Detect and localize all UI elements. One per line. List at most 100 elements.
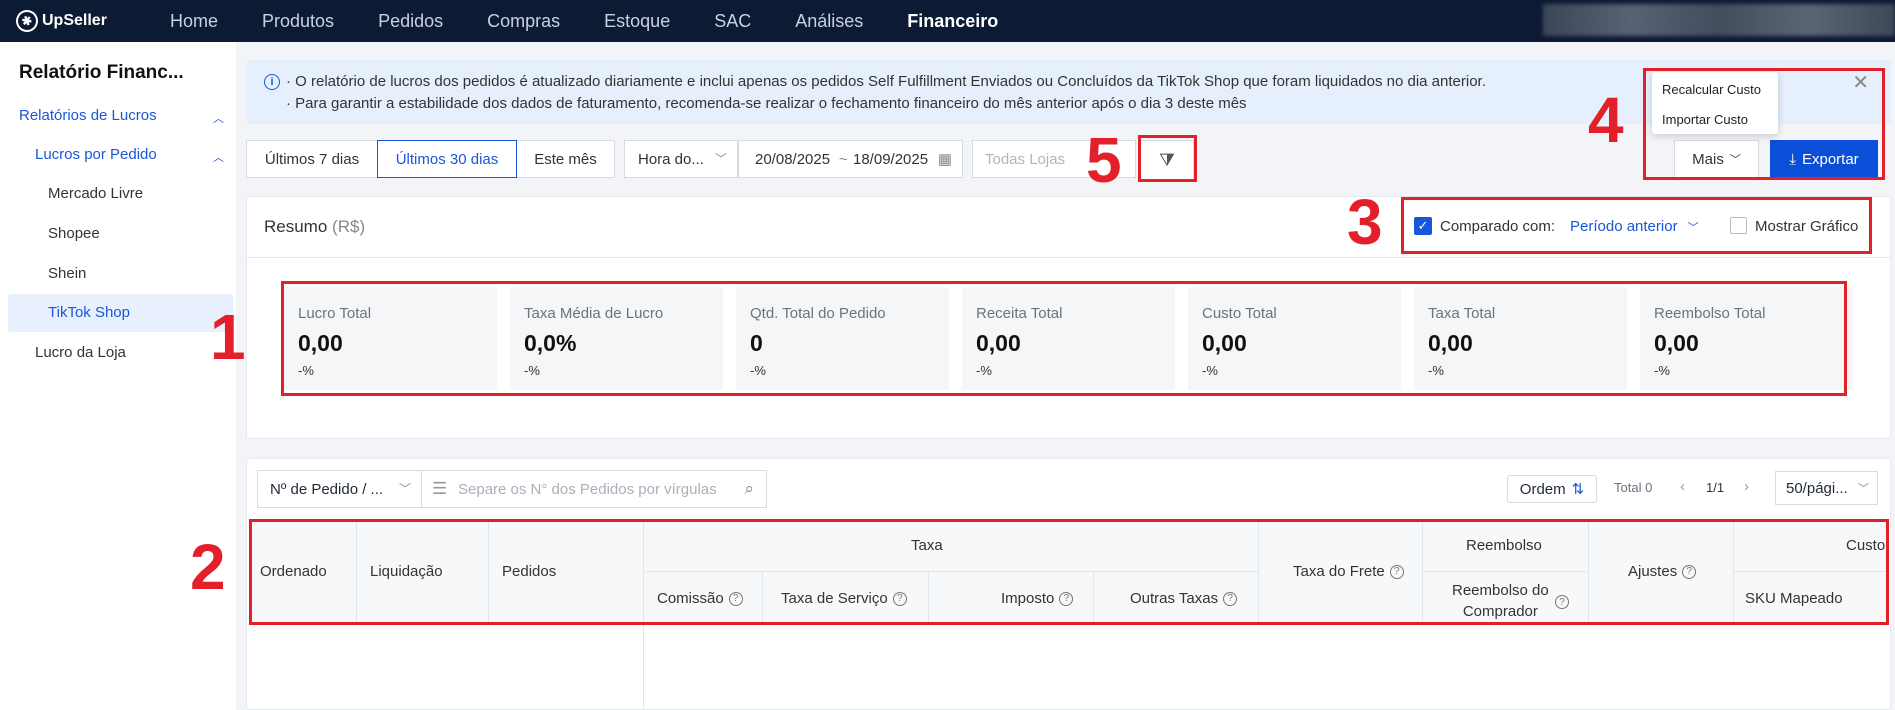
sidebar-title: Relatório Financ... [19, 62, 184, 83]
nav-sac[interactable]: SAC [714, 11, 751, 32]
annotation-number-1: 1 [210, 301, 246, 373]
list-icon: ☰ [432, 479, 448, 498]
nav-home[interactable]: Home [170, 11, 218, 32]
more-label: Mais [1692, 150, 1724, 168]
upseller-logo-icon: ✱ [12, 6, 42, 36]
card-qtd-total-pedido: Qtd. Total do Pedido 0 -% [736, 287, 949, 390]
logo[interactable]: ✱ UpSeller [12, 6, 146, 36]
card-taxa-total: Taxa Total 0,00 -% [1414, 287, 1627, 390]
show-chart-checkbox[interactable] [1730, 217, 1747, 234]
nav-compras[interactable]: Compras [487, 11, 560, 32]
header-reembolso: Reembolso [1466, 537, 1542, 554]
sidebar-item-mercado-livre[interactable]: Mercado Livre [48, 185, 143, 202]
info-line-1: · O relatório de lucros dos pedidos é at… [286, 73, 1486, 90]
header-taxa: Taxa [911, 537, 943, 554]
chevron-up-icon[interactable]: ︿ [213, 149, 224, 165]
nav-pedidos[interactable]: Pedidos [378, 11, 443, 32]
annotation-number-5: 5 [1086, 124, 1122, 196]
page-size-select[interactable]: 50/pági... ﹀ [1775, 471, 1878, 505]
date-range-picker[interactable]: 20/08/2025 ~ 18/09/2025 ▦ [738, 140, 963, 178]
header-imposto: Imposto? [1001, 590, 1074, 607]
sidebar: Relatório Financ... Relatórios de Lucros… [0, 42, 236, 710]
time-type-select[interactable]: Hora do... ﹀ [624, 140, 738, 178]
card-receita-total: Receita Total 0,00 -% [962, 287, 1175, 390]
calendar-icon: ▦ [937, 151, 952, 168]
help-icon: ? [1059, 591, 1074, 606]
menu-item-importar-custo[interactable]: Importar Custo [1662, 112, 1748, 127]
card-reembolso-total: Reembolso Total 0,00 -% [1640, 287, 1853, 390]
funnel-icon: ⧩ [1158, 149, 1176, 170]
header-taxa-servico: Taxa de Serviço? [781, 590, 907, 607]
export-button[interactable]: ⤓ Exportar [1770, 140, 1878, 178]
more-button[interactable]: Mais ﹀ [1674, 140, 1759, 178]
annotation-number-2: 2 [190, 531, 226, 603]
date-end: 18/09/2025 [853, 151, 929, 168]
nav-estoque[interactable]: Estoque [604, 11, 670, 32]
info-icon: i [264, 74, 280, 90]
annotation-number-4: 4 [1588, 84, 1624, 156]
show-chart-label: Mostrar Gráfico [1755, 218, 1859, 235]
range-30-days-button[interactable]: Últimos 30 dias [377, 140, 517, 178]
sidebar-group-relatorios-lucros[interactable]: Relatórios de Lucros [19, 107, 157, 124]
nav-financeiro[interactable]: Financeiro [907, 11, 998, 32]
chevron-down-icon: ﹀ [1687, 222, 1699, 234]
chevron-down-icon: ﹀ [714, 152, 727, 166]
header-ajustes: Ajustes? [1628, 563, 1697, 580]
logo-text: UpSeller [42, 12, 107, 29]
range-7-days-button[interactable]: Últimos 7 dias [246, 140, 378, 178]
sort-icon: ⇅ [1571, 481, 1585, 498]
help-icon: ? [728, 591, 743, 606]
help-icon: ? [892, 591, 907, 606]
total-count: Total 0 [1614, 480, 1653, 495]
compare-label: Comparado com: [1440, 218, 1556, 235]
sidebar-subgroup-lucros-pedido[interactable]: Lucros por Pedido [35, 146, 157, 163]
chevron-right-icon[interactable]: › [1744, 478, 1749, 495]
card-lucro-total: Lucro Total 0,00 -% [284, 287, 497, 390]
summary-divider [246, 257, 1891, 258]
export-label: Exportar [1801, 150, 1859, 168]
chevron-down-icon: ﹀ [1858, 483, 1869, 495]
chevron-up-icon[interactable]: ︿ [213, 110, 224, 126]
menu-item-recalcular-custo[interactable]: Recalcular Custo [1662, 82, 1761, 97]
header-sku-mapeado: SKU Mapeado [1745, 590, 1843, 607]
top-navigation: ✱ UpSeller Home Produtos Pedidos Compras… [0, 0, 1895, 42]
header-liquidacao: Liquidação [370, 563, 443, 580]
sidebar-item-shein[interactable]: Shein [48, 265, 86, 282]
sidebar-item-lucro-loja[interactable]: Lucro da Loja [35, 344, 126, 361]
summary-title: Resumo (R$) [264, 217, 366, 236]
help-icon: ? [1389, 564, 1404, 579]
blurred-account-area [1543, 4, 1895, 36]
sidebar-item-shopee[interactable]: Shopee [48, 225, 100, 242]
compare-checkbox[interactable]: ✓ [1414, 217, 1432, 235]
page-indicator: 1/1 [1706, 480, 1725, 495]
header-comissao: Comissão? [657, 590, 743, 607]
compare-period-select[interactable]: Período anterior ﹀ [1570, 218, 1699, 235]
header-pedidos: Pedidos [502, 563, 557, 580]
search-type-select[interactable]: Nº de Pedido / ... ﹀ [257, 470, 422, 508]
date-start: 20/08/2025 [755, 151, 831, 168]
sidebar-item-tiktok-shop[interactable]: TikTok Shop [48, 304, 130, 321]
help-icon: ? [1555, 595, 1569, 609]
time-type-value: Hora do... [638, 151, 704, 168]
card-custo-total: Custo Total 0,00 -% [1188, 287, 1401, 390]
info-banner: i · O relatório de lucros dos pedidos é … [246, 60, 1891, 124]
chevron-down-icon: ﹀ [1729, 154, 1741, 166]
header-custo: Custo [1846, 537, 1886, 554]
chevron-down-icon: ﹀ [398, 482, 411, 496]
filter-button[interactable]: ⧩ [1140, 140, 1194, 180]
range-this-month-button[interactable]: Este mês [516, 140, 615, 178]
info-line-2: · Para garantir a estabilidade dos dados… [286, 95, 1247, 112]
chevron-left-icon[interactable]: ‹ [1680, 478, 1685, 495]
download-icon: ⤓ [1789, 150, 1796, 168]
search-icon: ⌕ [744, 479, 754, 498]
more-dropdown-menu: Recalcular Custo Importar Custo [1652, 72, 1778, 134]
card-taxa-media-lucro: Taxa Média de Lucro 0,0% -% [510, 287, 723, 390]
annotation-number-3: 3 [1347, 186, 1383, 258]
nav-produtos[interactable]: Produtos [262, 11, 334, 32]
close-icon[interactable]: ✕ [1852, 70, 1869, 95]
order-search-input[interactable]: ☰ Separe os N° dos Pedidos por vírgulas … [421, 470, 767, 508]
nav-analises[interactable]: Análises [795, 11, 863, 32]
help-icon: ? [1682, 564, 1697, 579]
order-sort-button[interactable]: Ordem ⇅ [1507, 475, 1597, 503]
date-separator: ~ [839, 151, 848, 168]
